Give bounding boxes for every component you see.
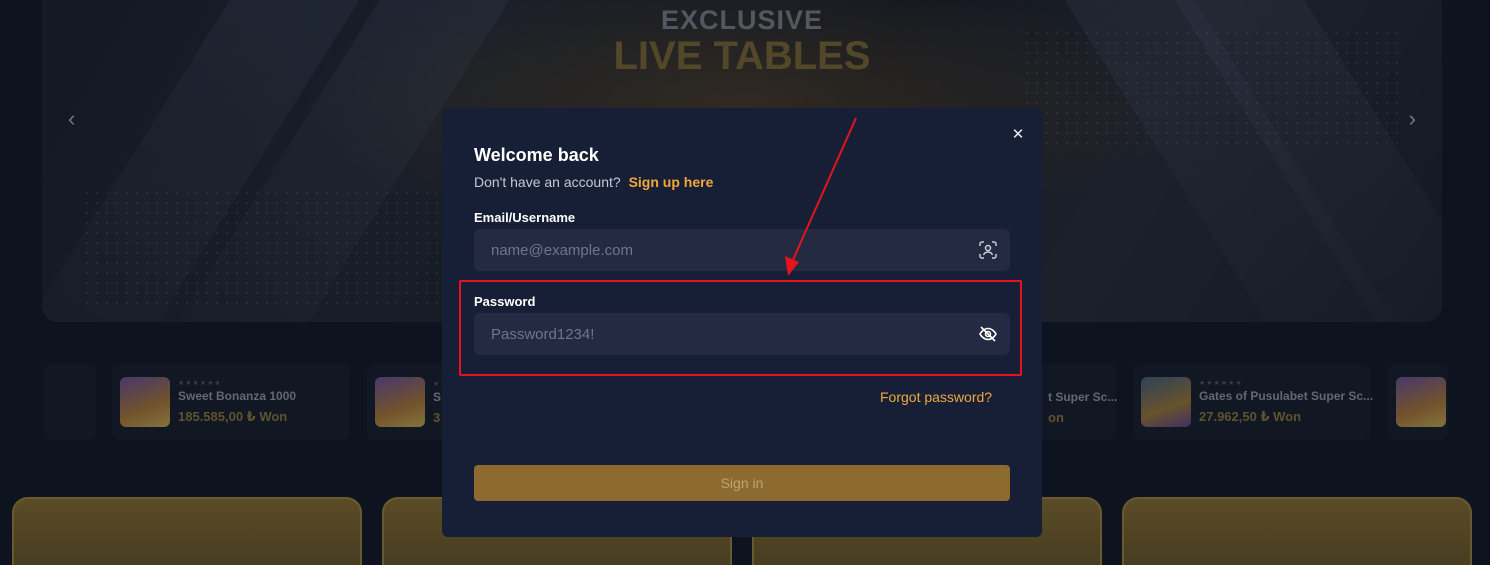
modal-title: Welcome back (474, 145, 599, 165)
password-label: Password (474, 294, 536, 309)
password-field[interactable] (491, 313, 951, 355)
close-icon[interactable]: ✕ (1007, 124, 1029, 146)
sign-in-button[interactable]: Sign in (474, 465, 1010, 501)
modal-subtitle: Don't have an account? Sign up here (474, 174, 713, 190)
email-label: Email/Username (474, 210, 576, 225)
email-field-container (474, 229, 1010, 271)
face-scan-icon[interactable] (978, 240, 998, 260)
password-field-container (474, 313, 1010, 355)
no-account-text: Don't have an account? (474, 174, 621, 190)
email-field[interactable] (491, 229, 951, 271)
sign-up-link[interactable]: Sign up here (629, 174, 714, 190)
login-modal: ✕ Welcome back Don't have an account? Si… (442, 108, 1042, 537)
forgot-password-link[interactable]: Forgot password? (880, 389, 992, 405)
eye-off-icon[interactable] (978, 324, 998, 344)
